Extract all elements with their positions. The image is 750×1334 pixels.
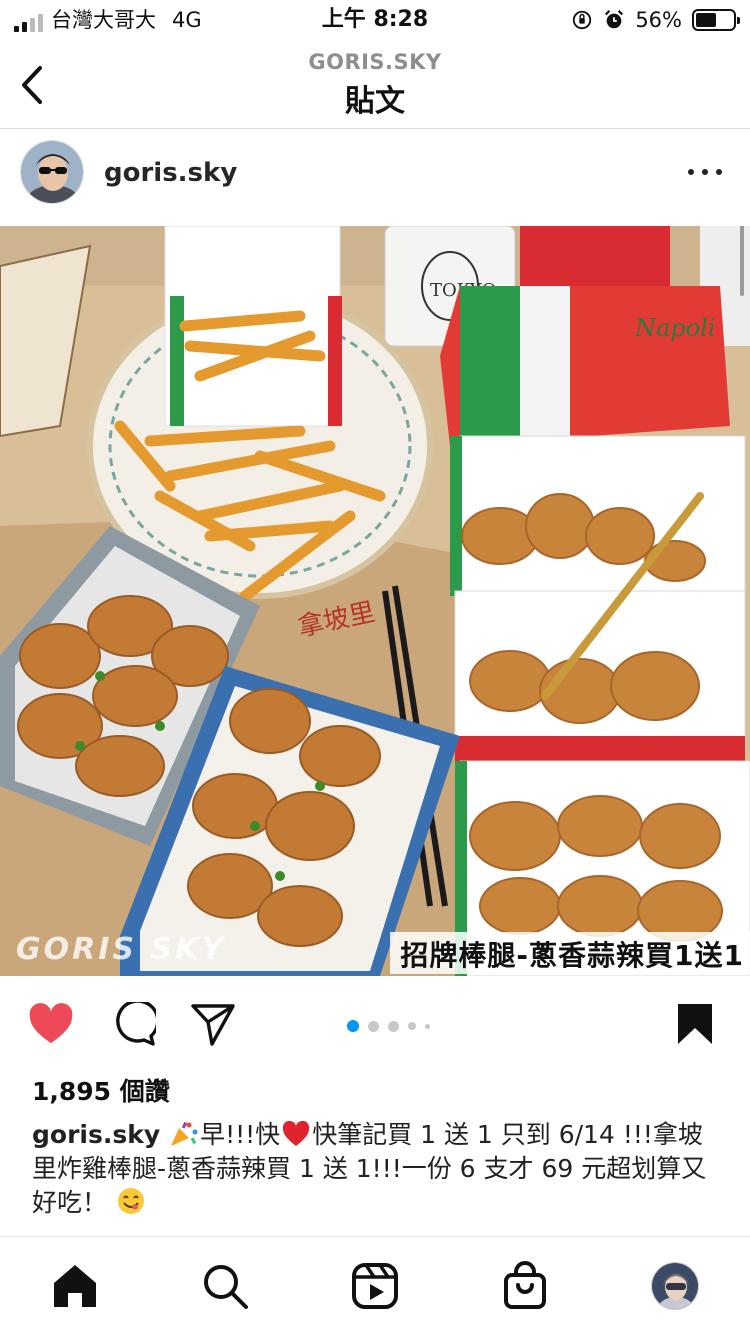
- orientation-lock-icon: [573, 10, 592, 30]
- author-avatar[interactable]: [20, 140, 84, 204]
- carousel-indicator: [347, 1020, 430, 1032]
- post-actions: [0, 976, 750, 1068]
- bottom-tab-bar: [0, 1236, 750, 1334]
- nav-header: GORIS.SKY 貼文: [0, 44, 750, 129]
- party-popper-icon: [171, 1121, 198, 1146]
- battery-icon: [692, 9, 740, 31]
- photo-scroll-indicator: [740, 226, 744, 296]
- red-heart-icon: [283, 1120, 310, 1146]
- status-bar: 台灣大哥大 4G 上午 8:28 56%: [0, 0, 750, 44]
- heart-icon[interactable]: [28, 1002, 74, 1046]
- nav-subtitle: GORIS.SKY: [308, 50, 442, 74]
- search-icon[interactable]: [200, 1261, 250, 1311]
- carousel-dot: [408, 1022, 416, 1030]
- post-caption: goris.sky 早!!!快 快筆記買 1 送 1 只到 6/14 !!!拿坡…: [32, 1118, 722, 1220]
- shop-icon[interactable]: [500, 1261, 550, 1311]
- carousel-dot: [388, 1020, 399, 1032]
- photo-overlay-text: 招牌棒腿-蔥香蒜辣買1送1: [390, 932, 750, 974]
- more-options-icon[interactable]: [688, 162, 722, 182]
- box-brand-label: Napoli: [634, 314, 715, 342]
- post-header: goris.sky: [0, 130, 750, 226]
- page-title: 貼文: [345, 84, 405, 119]
- reels-icon[interactable]: [350, 1261, 400, 1311]
- bookmark-icon[interactable]: [672, 1002, 718, 1046]
- caption-username[interactable]: goris.sky: [32, 1120, 160, 1149]
- yum-face-icon: [117, 1188, 144, 1214]
- like-count[interactable]: 1,895 個讚: [32, 1072, 170, 1108]
- battery-percent: 56%: [635, 8, 682, 32]
- profile-avatar[interactable]: [651, 1262, 699, 1310]
- photo-watermark: GORIS SKY: [16, 932, 227, 967]
- post-photo[interactable]: 拿坡里 TOKYO: [0, 226, 750, 976]
- status-right: 56%: [571, 8, 740, 32]
- carousel-dot: [368, 1020, 379, 1032]
- comment-icon[interactable]: [110, 1002, 156, 1046]
- carousel-dot-active: [347, 1020, 359, 1032]
- share-icon[interactable]: [190, 1002, 236, 1046]
- author-username[interactable]: goris.sky: [104, 158, 237, 188]
- caption-text-part1: 早!!!快: [200, 1120, 281, 1149]
- alarm-icon: [605, 10, 624, 29]
- carousel-dot: [425, 1023, 430, 1029]
- food-photo-illustration: 拿坡里 TOKYO: [0, 226, 750, 976]
- home-icon[interactable]: [50, 1261, 100, 1311]
